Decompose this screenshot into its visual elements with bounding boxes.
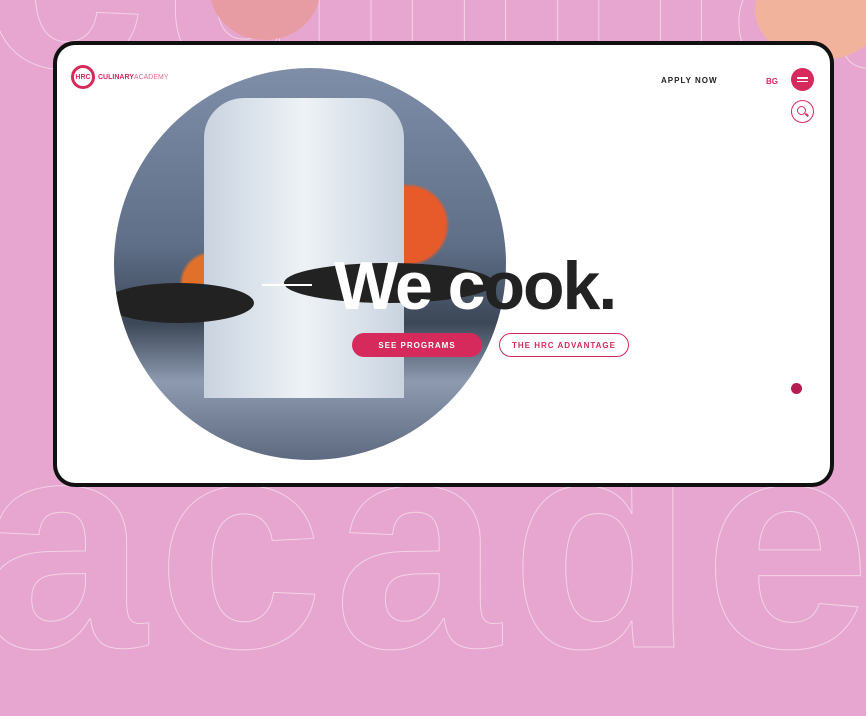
- apply-now-link[interactable]: APPLY NOW: [661, 76, 718, 85]
- logo-name-light: ACADEMY: [133, 73, 169, 81]
- hamburger-icon: [797, 77, 808, 79]
- logo-name-bold: CULINARY: [98, 73, 134, 81]
- logo-mark: HRC: [71, 65, 95, 89]
- device-frame: HRC CULINARY ACADEMY APPLY NOW BG We coo…: [53, 41, 834, 487]
- slider-dot[interactable]: [791, 383, 802, 394]
- language-switch[interactable]: BG: [766, 77, 778, 86]
- headline-dash: [262, 284, 312, 286]
- hamburger-icon: [797, 80, 808, 82]
- menu-button[interactable]: [791, 68, 814, 91]
- logo[interactable]: HRC CULINARY ACADEMY: [71, 65, 169, 89]
- search-button[interactable]: [791, 100, 814, 123]
- hrc-advantage-button[interactable]: THE HRC ADVANTAGE: [499, 333, 629, 357]
- see-programs-button[interactable]: SEE PROGRAMS: [352, 333, 482, 357]
- website-screen: HRC CULINARY ACADEMY APPLY NOW BG We coo…: [57, 45, 830, 483]
- headline-part1: We c: [334, 248, 485, 324]
- hero-headline: We cook.: [334, 247, 617, 325]
- headline-part2: ook.: [483, 248, 617, 324]
